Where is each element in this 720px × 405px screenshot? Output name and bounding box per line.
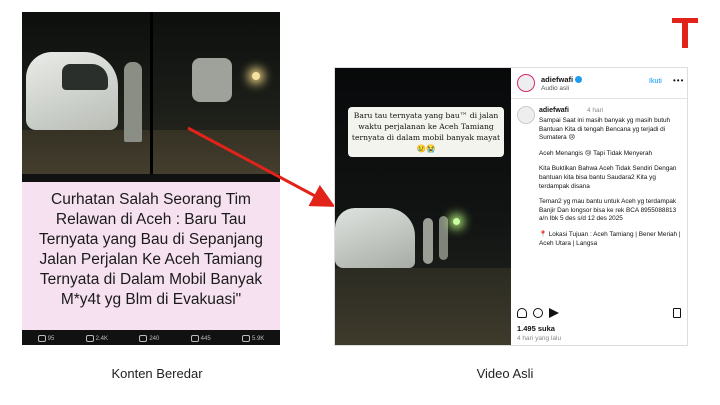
follow-button[interactable]: Ikuti [649,78,662,85]
tempo-logo-icon [672,18,698,48]
comment-paragraph: Sampai Saat ini masih banyak yg masih bu… [539,117,671,142]
like-count[interactable]: 1.495 suka [517,324,555,333]
person-figure [423,218,433,264]
post-actions [517,308,683,322]
person-figure [124,62,142,142]
comment-paragraph: Aceh Menangis 😢 Tapi Tidak Menyerah [539,149,653,157]
comment-body: Sampai Saat ini masih banyak yg masih bu… [539,117,683,255]
white-car-image [335,208,415,268]
post-date: 4 hari yang lalu [517,335,562,342]
right-label: Video Asli [476,366,534,381]
audio-label[interactable]: Audio asli [541,85,569,92]
more-icon[interactable]: ••• [673,76,684,85]
share-icon[interactable] [549,308,559,318]
comment-paragraph: 📍 Lokasi Tujuan : Aceh Tamiang | Bener M… [539,230,681,247]
circulating-content-screenshot: Curhatan Salah Seorang Tim Relawan di Ac… [22,12,280,345]
left-label: Konten Beredar [111,366,203,381]
bookmark-count[interactable]: 5.9K [241,335,264,342]
username[interactable]: adiefwafi [541,75,573,84]
comment-icon[interactable] [533,308,543,318]
like-button[interactable]: 240 [139,335,159,342]
repost-button[interactable]: 2.4K [85,335,108,342]
avatar[interactable] [517,106,535,124]
reply-button[interactable]: 95 [37,335,54,342]
avatar[interactable] [517,74,535,92]
comment-paragraph: Teman2 yg mau bantu untuk Aceh yg terdam… [539,198,677,223]
caption-box: Curhatan Salah Seorang Tim Relawan di Ac… [22,182,280,330]
comment-time: 4 hari [587,107,604,114]
social-toolbar: 95 2.4K 240 445 5.9K [22,332,280,345]
caption-text: Curhatan Salah Seorang Tim Relawan di Ac… [38,191,264,308]
verified-icon [575,76,583,83]
video-player[interactable]: Baru tau ternyata yang bau™ di jalan wak… [335,68,511,345]
comment-username[interactable]: adiefwafi [539,107,569,114]
person-figure [439,216,448,260]
view-count: 445 [190,335,211,342]
heart-icon[interactable] [517,308,527,318]
bookmark-icon[interactable] [673,308,681,318]
vehicle-image [192,58,232,102]
instagram-post: Baru tau ternyata yang bau™ di jalan wak… [334,67,688,346]
comment-paragraph: Kita Buktikan Bahwa Aceh Tidak Sendiri D… [539,165,677,190]
video-caption: Baru tau ternyata yang bau™ di jalan wak… [348,107,504,157]
night-road-photo [22,12,280,174]
post-header: adiefwafi Audio asli Ikuti ••• [517,74,683,96]
